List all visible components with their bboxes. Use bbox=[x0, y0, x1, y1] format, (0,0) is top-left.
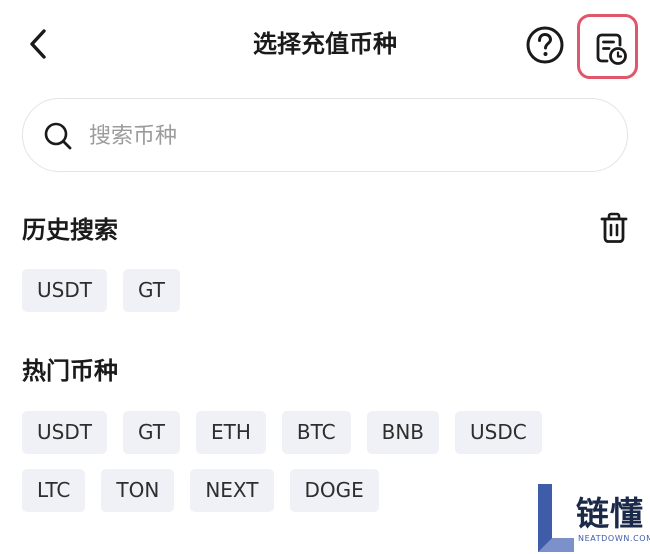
coin-chip-usdt[interactable]: USDT bbox=[22, 411, 107, 454]
history-chips: USDT GT bbox=[22, 269, 180, 312]
coin-chip-ltc[interactable]: LTC bbox=[22, 469, 86, 512]
watermark-subtitle: NEATDOWN.COM bbox=[578, 534, 650, 543]
history-section-title: 历史搜索 bbox=[22, 216, 118, 244]
search-bar[interactable] bbox=[22, 98, 628, 172]
document-clock-icon bbox=[596, 33, 627, 65]
search-icon bbox=[44, 122, 72, 150]
popular-chips-row-2: LTC TON NEXT DOGE bbox=[22, 469, 379, 512]
coin-chip-btc[interactable]: BTC bbox=[281, 411, 351, 454]
popular-section-title: 热门币种 bbox=[22, 357, 118, 385]
history-chip-usdt[interactable]: USDT bbox=[22, 269, 107, 312]
clear-history-button[interactable] bbox=[598, 211, 630, 245]
question-circle-icon bbox=[526, 26, 564, 64]
coin-chip-eth[interactable]: ETH bbox=[195, 411, 266, 454]
watermark-logo: 链懂 NEATDOWN.COM bbox=[532, 482, 650, 554]
popular-chips-row-1: USDT GT ETH BTC BNB USDC bbox=[22, 411, 542, 454]
coin-chip-gt[interactable]: GT bbox=[122, 411, 180, 454]
search-input[interactable] bbox=[87, 115, 591, 157]
l-logo-icon bbox=[538, 484, 574, 552]
coin-chip-usdc[interactable]: USDC bbox=[455, 411, 542, 454]
watermark-title: 链懂 bbox=[576, 494, 644, 533]
history-chip-gt[interactable]: GT bbox=[122, 269, 180, 312]
coin-chip-ton[interactable]: TON bbox=[101, 469, 175, 512]
coin-chip-doge[interactable]: DOGE bbox=[289, 469, 379, 512]
coin-chip-next[interactable]: NEXT bbox=[190, 469, 274, 512]
trash-icon bbox=[600, 212, 628, 243]
help-button[interactable] bbox=[525, 25, 565, 65]
deposit-history-button[interactable] bbox=[577, 14, 638, 79]
coin-chip-bnb[interactable]: BNB bbox=[366, 411, 440, 454]
